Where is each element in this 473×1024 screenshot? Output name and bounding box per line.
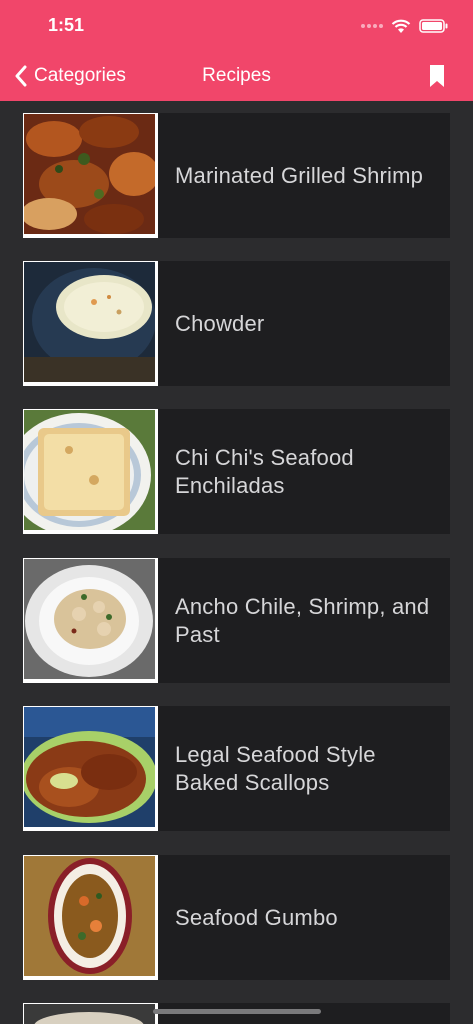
recipe-thumbnail — [23, 855, 158, 980]
recipe-row[interactable]: Seafood Gumbo — [23, 855, 450, 980]
recipe-row[interactable]: Marinated Grilled Shrimp — [23, 113, 450, 238]
recipe-thumbnail — [23, 409, 158, 534]
recipe-row[interactable]: Legal Seafood Style Baked Scallops — [23, 706, 450, 831]
bookmark-icon[interactable] — [429, 64, 445, 88]
recipe-thumbnail — [23, 113, 158, 238]
recipe-title: Seafood Gumbo — [175, 904, 338, 930]
recipe-title: Chowder — [175, 310, 265, 336]
recipe-row[interactable]: Ancho Chile, Shrimp, and Past — [23, 558, 450, 683]
recipe-thumbnail — [23, 261, 158, 386]
home-indicator[interactable] — [153, 1009, 321, 1014]
recipe-row[interactable]: Chowder — [23, 261, 450, 386]
recipe-title: Marinated Grilled Shrimp — [175, 162, 424, 188]
recipe-row[interactable]: Chi Chi's Seafood Enchiladas — [23, 409, 450, 534]
battery-icon — [419, 19, 448, 33]
recipe-title: Ancho Chile, Shrimp, and Past — [175, 593, 430, 647]
status-icons — [361, 15, 449, 37]
navigation-header: 1:51 Categories Recipes — [0, 0, 473, 101]
status-time: 1:51 — [48, 15, 85, 35]
wifi-icon — [391, 19, 411, 33]
cellular-signal-icon — [361, 24, 383, 28]
page-title: Recipes — [0, 62, 473, 90]
recipe-thumbnail — [23, 1003, 158, 1024]
recipe-title: Legal Seafood Style Baked Scallops — [175, 741, 376, 795]
recipe-title: Chi Chi's Seafood Enchiladas — [175, 444, 354, 498]
recipe-thumbnail — [23, 558, 158, 683]
page-title-text: Recipes — [202, 65, 271, 86]
recipe-thumbnail — [23, 706, 158, 831]
